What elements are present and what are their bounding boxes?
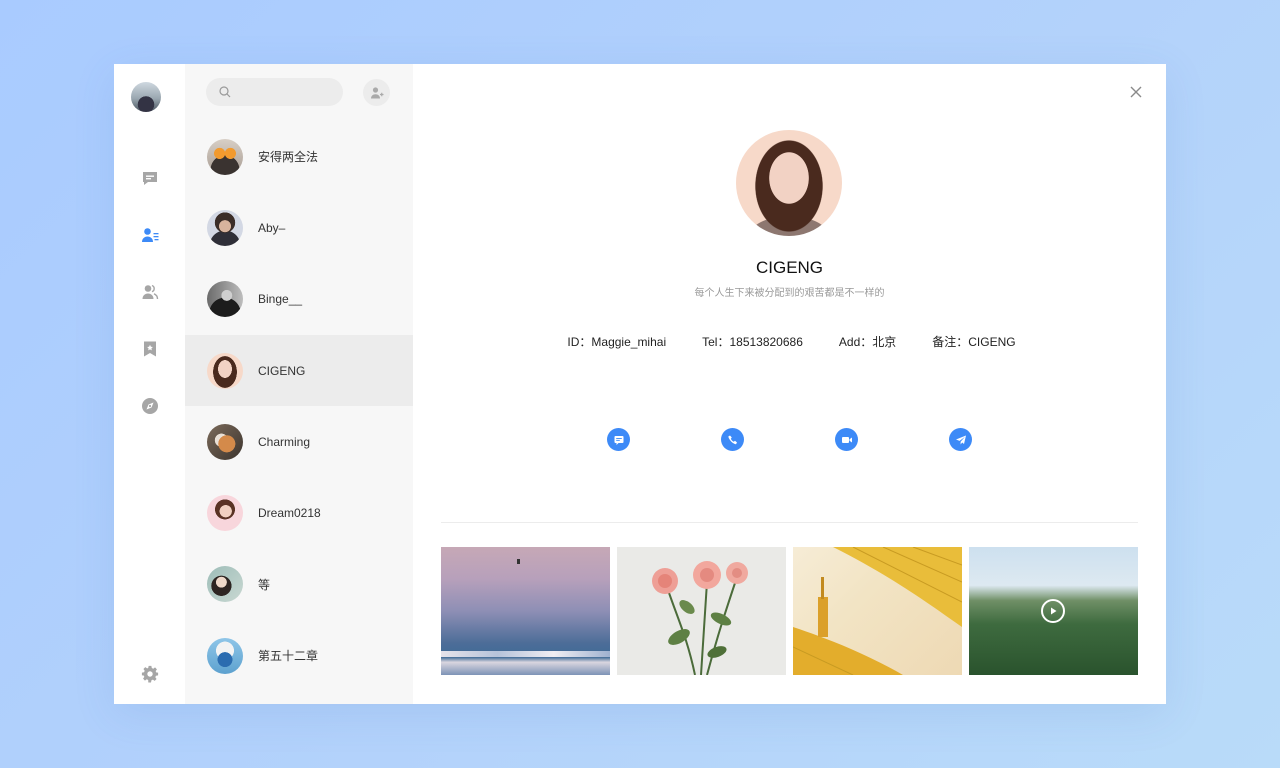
search-input[interactable] (237, 85, 337, 99)
contact-detail-panel: CIGENG 每个人生下来被分配到的艰苦都是不一样的 ID：Maggie_mih… (413, 64, 1166, 704)
nav-favorites[interactable] (140, 339, 160, 359)
group-icon (142, 284, 159, 300)
contact-name: Charming (258, 434, 311, 449)
contact-avatar (207, 352, 243, 389)
media-thumb-umbrella[interactable] (793, 547, 962, 675)
profile-id: ID：Maggie_mihai (567, 335, 667, 349)
profile-address: Add：北京 (838, 335, 897, 349)
nav-discover[interactable] (140, 396, 160, 416)
contact-avatar (207, 209, 243, 246)
contact-name: CIGENG (258, 363, 306, 378)
contact-item[interactable]: Charming (185, 406, 413, 477)
media-gallery (441, 547, 1138, 675)
close-icon[interactable] (1128, 84, 1144, 100)
contact-avatar (207, 281, 243, 318)
action-bar (607, 428, 977, 452)
phone-button[interactable] (721, 428, 744, 451)
contact-name: Dream0218 (258, 506, 321, 521)
app-window: 安得两全法 Aby– Binge__ CIGENG Charming Dream… (114, 64, 1166, 704)
message-button[interactable] (607, 428, 630, 451)
message-icon (614, 435, 623, 445)
settings-button[interactable] (140, 664, 160, 684)
roses-illustration (652, 561, 748, 675)
profile-tel: Tel：18513820686 (702, 335, 803, 349)
contact-item[interactable]: Dream0218 (185, 477, 413, 548)
nav-rail (114, 64, 185, 704)
contact-avatar (207, 495, 243, 532)
share-button[interactable] (949, 428, 972, 451)
wave-foam (441, 651, 610, 657)
play-icon (1051, 607, 1057, 615)
profile-signature: 每个人生下来被分配到的艰苦都是不一样的 (694, 288, 885, 299)
contacts-icon (142, 228, 159, 242)
nav-chat[interactable] (140, 168, 160, 188)
video-icon (841, 436, 852, 443)
contact-name: 安得两全法 (258, 150, 319, 165)
profile-avatar (736, 130, 842, 236)
play-button[interactable] (1041, 599, 1065, 623)
add-contact-button[interactable] (363, 79, 390, 106)
chat-icon (143, 172, 157, 185)
contact-list-panel: 安得两全法 Aby– Binge__ CIGENG Charming Dream… (185, 64, 413, 704)
contact-item[interactable]: 第五十二章 (185, 620, 413, 691)
send-icon (955, 435, 966, 444)
contact-item[interactable]: Aby– (185, 192, 413, 263)
media-thumb-roses[interactable] (617, 547, 786, 675)
contact-avatar (207, 138, 243, 175)
compass-icon (142, 398, 158, 414)
contact-item[interactable]: 等 (185, 549, 413, 620)
divider (441, 522, 1138, 523)
contact-avatar (207, 423, 243, 460)
phone-icon (727, 435, 737, 444)
video-call-button[interactable] (835, 428, 858, 451)
gear-icon (141, 665, 159, 683)
contact-list: 安得两全法 Aby– Binge__ CIGENG Charming Dream… (185, 121, 413, 691)
contact-name: 第五十二章 (258, 649, 319, 664)
search-icon (219, 86, 231, 98)
contact-item[interactable]: Binge__ (185, 264, 413, 335)
sailboat (517, 559, 520, 564)
media-thumb-forest-video[interactable] (969, 547, 1138, 675)
contact-name: Binge__ (258, 292, 303, 307)
bookmark-icon (144, 341, 156, 357)
nav-contacts[interactable] (140, 225, 160, 245)
profile-note: 备注：CIGENG (932, 335, 1016, 349)
nav-groups[interactable] (140, 282, 160, 302)
media-thumb-sea[interactable] (441, 547, 610, 675)
add-user-icon (370, 86, 383, 98)
profile-name: CIGENG (755, 258, 824, 277)
contact-name: 等 (258, 577, 271, 592)
search-box[interactable] (206, 78, 343, 106)
contact-name: Aby– (258, 220, 286, 235)
contact-avatar (207, 637, 243, 674)
my-avatar[interactable] (131, 82, 161, 112)
contact-item-active[interactable]: CIGENG (185, 334, 413, 407)
contact-item[interactable]: 安得两全法 (185, 121, 413, 192)
contact-avatar (207, 566, 243, 603)
umbrella-illustration (793, 547, 962, 675)
profile-info-row: ID：Maggie_mihai Tel：18513820686 Add：北京 备… (413, 333, 1166, 350)
